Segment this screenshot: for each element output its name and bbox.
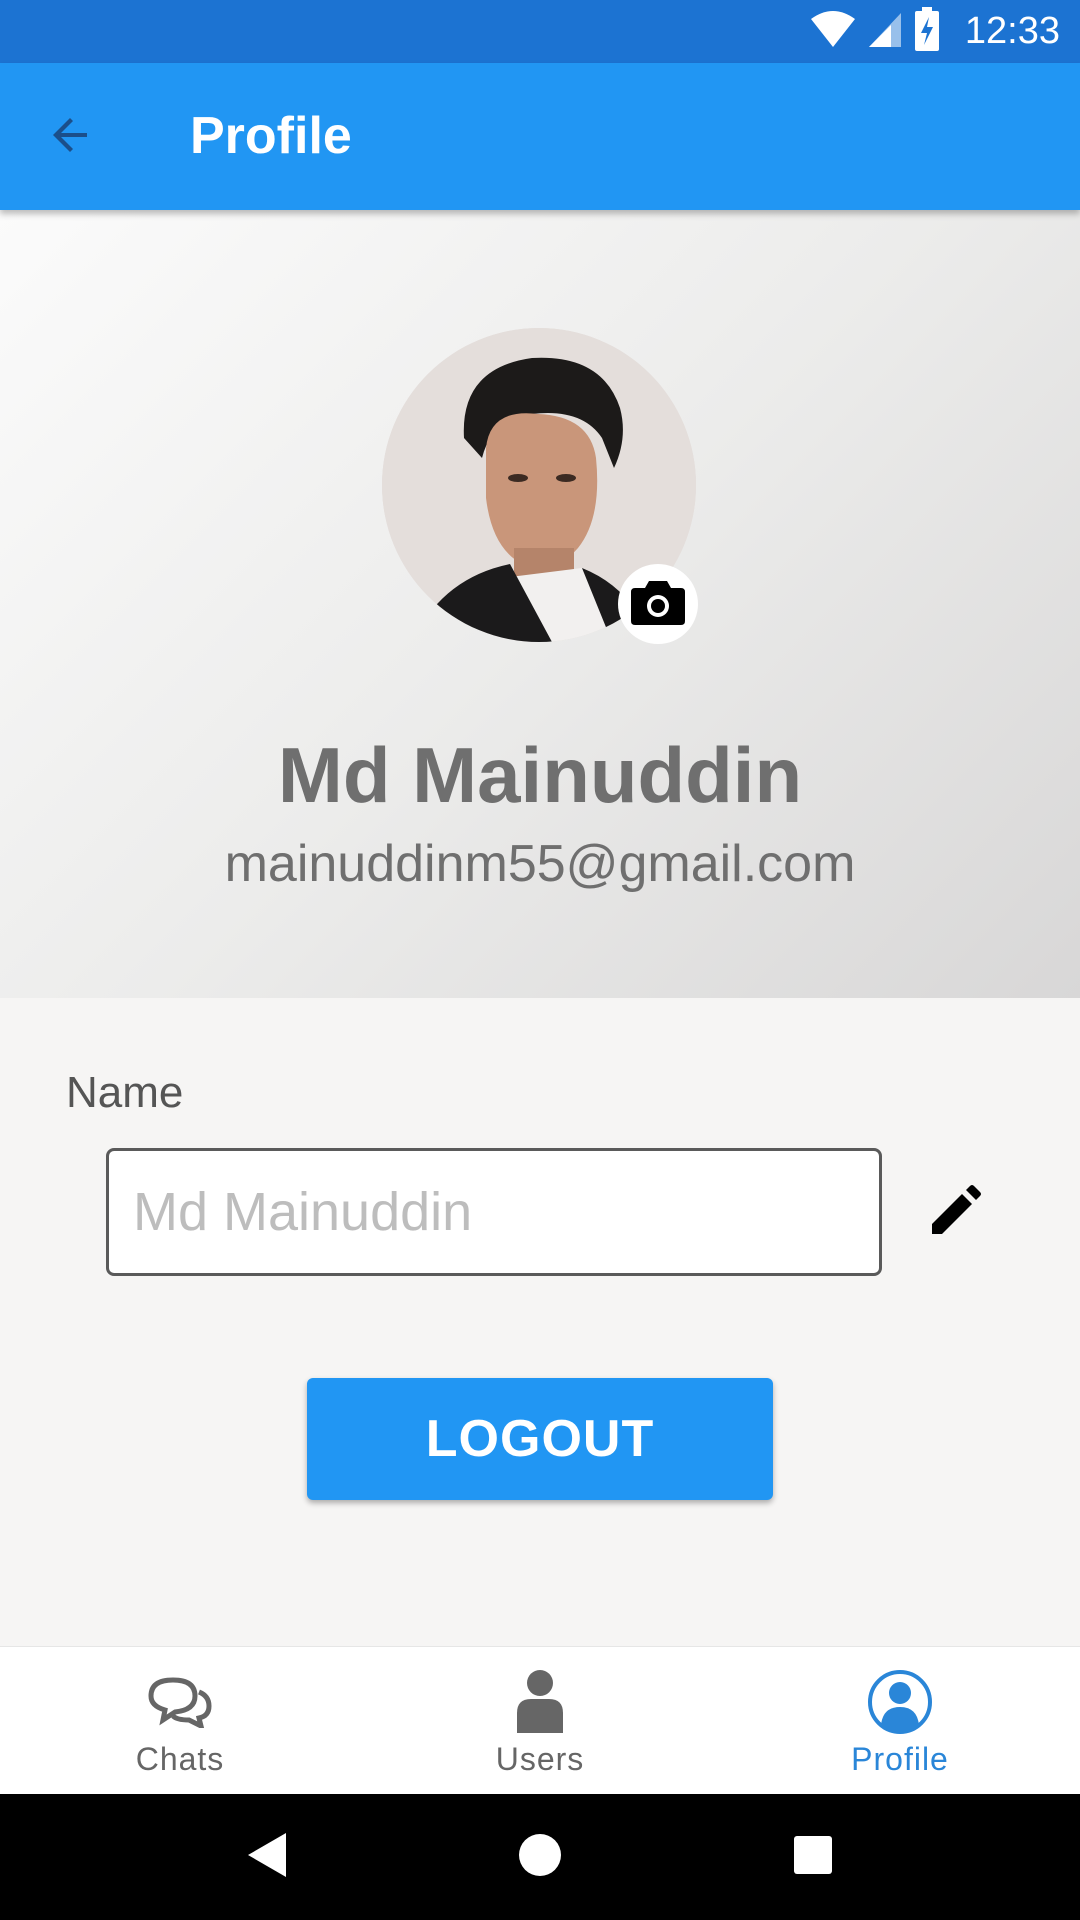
user-icon (515, 1667, 565, 1737)
nav-item-chats[interactable]: Chats (0, 1647, 360, 1795)
status-icons: 12:33 (809, 0, 1060, 63)
system-back-button[interactable] (237, 1827, 297, 1887)
home-circle-icon (517, 1832, 563, 1883)
profile-name: Md Mainuddin (277, 731, 803, 819)
status-time: 12:33 (964, 10, 1060, 52)
logout-button[interactable]: LOGOUT (307, 1378, 773, 1500)
name-label: Name (66, 1068, 184, 1117)
edit-name-button[interactable] (926, 1182, 986, 1242)
nav-label-chats: Chats (135, 1741, 225, 1777)
nav-item-users[interactable]: Users (360, 1647, 720, 1795)
system-recents-button[interactable] (783, 1827, 843, 1887)
battery-charging-icon (913, 7, 941, 56)
arrow-left-icon (47, 111, 95, 164)
camera-icon (631, 579, 685, 630)
status-bar: 12:33 (0, 0, 1080, 63)
chat-bubbles-icon (147, 1667, 213, 1737)
name-input[interactable] (106, 1148, 882, 1276)
pencil-icon (930, 1184, 982, 1241)
nav-label-users: Users (495, 1741, 585, 1777)
system-nav-bar (0, 1794, 1080, 1920)
change-photo-button[interactable] (618, 564, 698, 644)
app-bar: Profile (0, 63, 1080, 210)
back-button[interactable] (40, 106, 102, 168)
system-home-button[interactable] (510, 1827, 570, 1887)
profile-header: Md Mainuddin mainuddinm55@gmail.com (0, 210, 1080, 998)
signal-icon (867, 9, 903, 54)
bottom-nav: Chats Users Profile (0, 1646, 1080, 1795)
wifi-icon (809, 9, 857, 54)
page-title: Profile (190, 107, 352, 165)
nav-item-profile[interactable]: Profile (720, 1647, 1080, 1795)
back-triangle-icon (246, 1831, 288, 1884)
profile-email: mainuddinm55@gmail.com (224, 835, 856, 893)
nav-label-profile: Profile (851, 1741, 949, 1777)
profile-circle-icon (867, 1667, 933, 1737)
recents-square-icon (793, 1835, 833, 1880)
